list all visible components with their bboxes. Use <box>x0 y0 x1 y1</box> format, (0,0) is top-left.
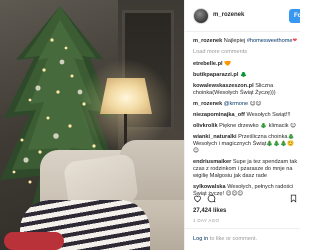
caption-username[interactable]: m_rozenek <box>193 38 222 44</box>
comment-item: niezapominajka_off Wesołych Świąt!!! <box>193 112 299 119</box>
comment-username[interactable]: endriusmaiker <box>193 159 231 165</box>
comment-text: Piękne drzewko 🎄 klimacik 😊 <box>219 123 296 129</box>
avatar[interactable] <box>193 8 209 24</box>
comment-username[interactable]: olivkrolik <box>193 123 218 129</box>
follow-button[interactable]: Follow <box>289 9 300 23</box>
bookmark-icon[interactable] <box>289 194 298 203</box>
comment-text: 🧡 <box>224 61 232 67</box>
caption-hashtag[interactable]: #homesweethome <box>247 38 293 44</box>
comment-item: kowalewskaszeszon.pl Śliczna choinka(Wes… <box>193 83 299 97</box>
comment-item: etrebelle.pl 🧡 <box>193 61 299 68</box>
heart-icon[interactable] <box>193 194 202 203</box>
comment-username[interactable]: niezapominajka_off <box>193 112 245 118</box>
blanket-stripe <box>4 232 64 250</box>
comment-username[interactable]: m_rozenek <box>193 101 222 107</box>
action-bar <box>193 194 299 204</box>
comment-item: butikpaparazzi.pl 🌲 <box>193 72 299 79</box>
comment-text: 🌲 <box>239 72 247 78</box>
comment-item: olivkrolik Piękne drzewko 🎄 klimacik 😊 <box>193 123 299 130</box>
comment-icon[interactable] <box>207 194 216 203</box>
header-username[interactable]: m_rozenek <box>213 12 244 18</box>
load-more-comments[interactable]: Load more comments <box>193 49 299 56</box>
likes-count[interactable]: 27,424 likes <box>193 208 226 214</box>
floor-lamp <box>100 78 152 114</box>
login-link[interactable]: Log in <box>193 236 208 242</box>
comment-list: m_rozenek Najlepiej #homesweethome❤ Load… <box>193 38 299 202</box>
caption-text: Najlepiej <box>223 38 247 44</box>
comment-item: wianki_naturalki Prześliczna choinka🎄 We… <box>193 134 299 155</box>
post-header: m_rozenek Follow <box>185 0 300 32</box>
heart-emoji: ❤ <box>292 38 298 44</box>
comment-item: endriusmaiker Supe ja tez spendzam tak c… <box>193 159 299 180</box>
comment-username[interactable]: etrebelle.pl <box>193 61 223 67</box>
post-panel: m_rozenek Follow m_rozenek Najlepiej #ho… <box>184 0 300 250</box>
comment-username[interactable]: sylkowalska <box>193 184 226 190</box>
comment-text: 😊😊 <box>249 101 262 107</box>
login-suffix: to like or comment. <box>208 236 258 242</box>
caption: m_rozenek Najlepiej #homesweethome❤ <box>193 38 299 45</box>
comment-text: Wesołych Świąt!!! <box>246 112 291 118</box>
comment-username[interactable]: kowalewskaszeszon.pl <box>193 83 254 89</box>
post-photo[interactable] <box>0 0 184 250</box>
comment-username[interactable]: wianki_naturalki <box>193 134 237 140</box>
comment-item: m_rozenek @krmone 😊😊 <box>193 101 299 108</box>
comment-mention[interactable]: @krmone <box>224 101 248 107</box>
post-date: 1 DAY AGO <box>193 218 220 223</box>
comment-username[interactable]: butikpaparazzi.pl <box>193 72 238 78</box>
login-prompt: Log in to like or comment. <box>185 228 300 250</box>
